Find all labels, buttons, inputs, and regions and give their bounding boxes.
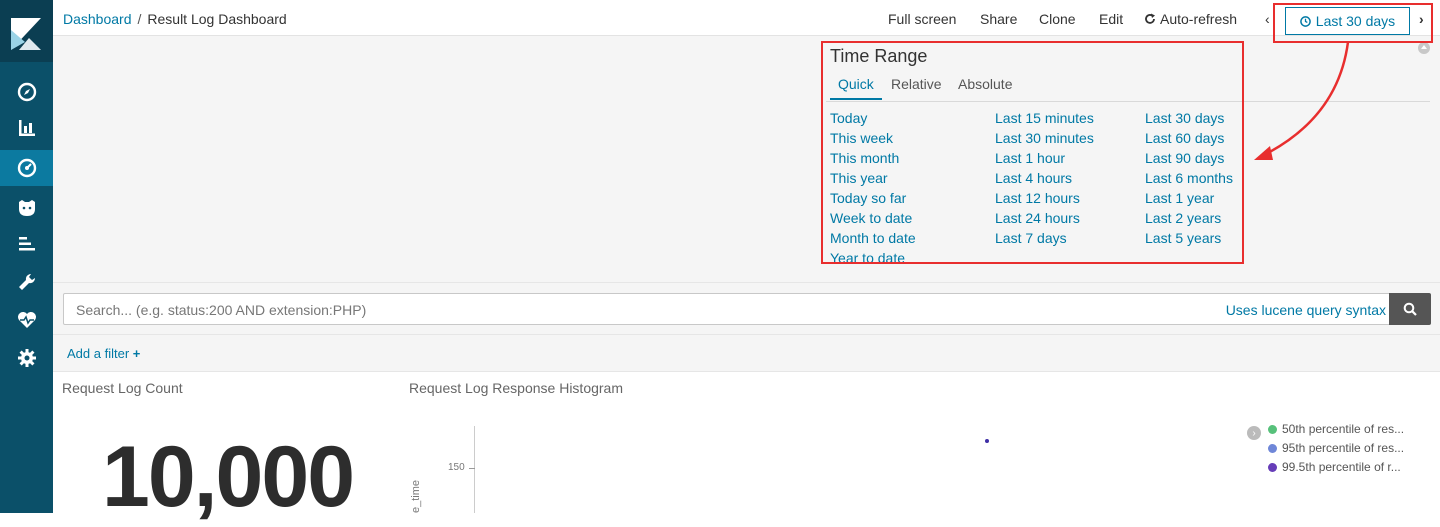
time-prev-button[interactable]: ‹ xyxy=(1265,11,1270,27)
legend-swatch xyxy=(1268,462,1277,472)
quick-option[interactable]: Last 4 hours xyxy=(995,168,1094,188)
y-axis-tick-label: 150 xyxy=(448,462,465,473)
quick-option[interactable]: Last 30 minutes xyxy=(995,128,1094,148)
edit-button[interactable]: Edit xyxy=(1099,11,1123,27)
nav-devtools[interactable] xyxy=(0,264,53,300)
time-picker-button[interactable]: Last 30 days xyxy=(1285,7,1410,35)
quick-option[interactable]: This year xyxy=(830,168,916,188)
add-filter-button[interactable]: Add a filter + xyxy=(67,346,140,361)
filter-bar: Add a filter + xyxy=(53,334,1440,372)
heartbeat-icon xyxy=(17,312,36,328)
compass-icon xyxy=(17,82,36,102)
quick-column-periods: Today This week This month This year Tod… xyxy=(830,108,916,264)
quick-option[interactable]: Last 2 years xyxy=(1145,208,1233,228)
quick-option[interactable]: Last 1 hour xyxy=(995,148,1094,168)
quick-option[interactable]: Today so far xyxy=(830,188,916,208)
apm-list-icon xyxy=(18,237,35,251)
breadcrumb-dashboard-link[interactable]: Dashboard xyxy=(63,11,132,27)
time-range-title: Time Range xyxy=(830,46,928,66)
breadcrumb-separator: / xyxy=(137,11,142,27)
y-axis-line xyxy=(474,426,475,513)
y-axis-label: e_time xyxy=(410,479,422,513)
timelion-icon xyxy=(18,200,35,216)
quick-option[interactable]: Last 15 minutes xyxy=(995,108,1094,128)
plus-icon: + xyxy=(132,346,141,361)
quick-option[interactable]: This week xyxy=(830,128,916,148)
dashboard-gauge-icon xyxy=(17,158,36,178)
legend-item[interactable]: 99.5th percentile of r... xyxy=(1268,460,1401,474)
nav-timelion[interactable] xyxy=(0,190,53,226)
nav-discover[interactable] xyxy=(0,74,53,110)
query-bar: Uses lucene query syntax xyxy=(53,282,1440,334)
panel-title-histogram: Request Log Response Histogram xyxy=(409,380,624,396)
legend-label: 50th percentile of res... xyxy=(1282,422,1405,436)
legend-item[interactable]: 50th percentile of res... xyxy=(1268,422,1404,436)
legend-label: 95th percentile of res... xyxy=(1282,441,1405,455)
lucene-syntax-link[interactable]: Uses lucene query syntax xyxy=(1226,302,1386,318)
top-bar: Dashboard / Result Log Dashboard Full scre… xyxy=(53,4,1440,36)
add-filter-label: Add a filter xyxy=(67,346,130,361)
y-axis-tick xyxy=(469,468,475,469)
tab-quick[interactable]: Quick xyxy=(830,76,882,100)
left-nav xyxy=(0,0,53,513)
nav-monitoring[interactable] xyxy=(0,302,53,338)
clone-button[interactable]: Clone xyxy=(1039,11,1076,27)
annotation-arrow-icon xyxy=(1254,41,1350,160)
quick-column-recent: Last 15 minutes Last 30 minutes Last 1 h… xyxy=(995,108,1094,248)
quick-option[interactable]: Last 12 hours xyxy=(995,188,1094,208)
quick-option[interactable]: This month xyxy=(830,148,916,168)
metric-value: 10,000 xyxy=(102,429,355,525)
legend-swatch xyxy=(1268,443,1277,453)
quick-column-long: Last 30 days Last 60 days Last 90 days L… xyxy=(1145,108,1233,248)
time-next-button[interactable]: › xyxy=(1419,11,1424,27)
quick-option[interactable]: Today xyxy=(830,108,916,128)
legend-swatch xyxy=(1268,424,1277,434)
quick-option[interactable]: Month to date xyxy=(830,228,916,248)
quick-option[interactable]: Last 90 days xyxy=(1145,148,1233,168)
share-button[interactable]: Share xyxy=(980,11,1017,27)
tab-relative[interactable]: Relative xyxy=(883,76,950,98)
clock-icon xyxy=(1299,15,1311,27)
gear-icon xyxy=(17,349,36,367)
nav-management[interactable] xyxy=(0,340,53,376)
quick-option[interactable]: Last 30 days xyxy=(1145,108,1233,128)
collapse-picker-icon[interactable] xyxy=(1418,42,1430,54)
quick-option[interactable]: Last 60 days xyxy=(1145,128,1233,148)
legend-toggle-icon[interactable]: › xyxy=(1247,426,1261,440)
search-input[interactable] xyxy=(76,300,1176,320)
kibana-logo-icon xyxy=(11,18,41,50)
nav-dashboard[interactable] xyxy=(0,150,53,186)
nav-visualize[interactable] xyxy=(0,110,53,146)
tab-absolute[interactable]: Absolute xyxy=(950,76,1020,98)
quick-option[interactable]: Last 5 years xyxy=(1145,228,1233,248)
auto-refresh-button[interactable]: Auto-refresh xyxy=(1144,11,1237,27)
search-button[interactable] xyxy=(1389,293,1431,325)
quick-option[interactable]: Last 1 year xyxy=(1145,188,1233,208)
breadcrumb: Dashboard / Result Log Dashboard xyxy=(63,11,287,27)
quick-option[interactable]: Year to date xyxy=(830,248,916,264)
refresh-icon xyxy=(1145,13,1155,24)
quick-option[interactable]: Last 24 hours xyxy=(995,208,1094,228)
time-picker-label: Last 30 days xyxy=(1315,13,1396,29)
data-point xyxy=(985,439,989,443)
search-icon xyxy=(1403,302,1417,316)
breadcrumb-current: Result Log Dashboard xyxy=(147,11,287,27)
quick-option[interactable]: Last 6 months xyxy=(1145,168,1233,188)
legend-item[interactable]: 95th percentile of res... xyxy=(1268,441,1404,455)
legend-label: 99.5th percentile of r... xyxy=(1282,460,1401,474)
search-box: Uses lucene query syntax xyxy=(63,293,1399,325)
nav-apm[interactable] xyxy=(0,226,53,262)
quick-option[interactable]: Last 7 days xyxy=(995,228,1094,248)
auto-refresh-label: Auto-refresh xyxy=(1160,11,1238,27)
kibana-logo[interactable] xyxy=(0,0,53,62)
quick-option[interactable]: Week to date xyxy=(830,208,916,228)
bar-chart-icon xyxy=(18,120,35,136)
fullscreen-button[interactable]: Full screen xyxy=(888,11,956,27)
panel-title-count: Request Log Count xyxy=(62,380,183,396)
wrench-icon xyxy=(18,273,35,290)
